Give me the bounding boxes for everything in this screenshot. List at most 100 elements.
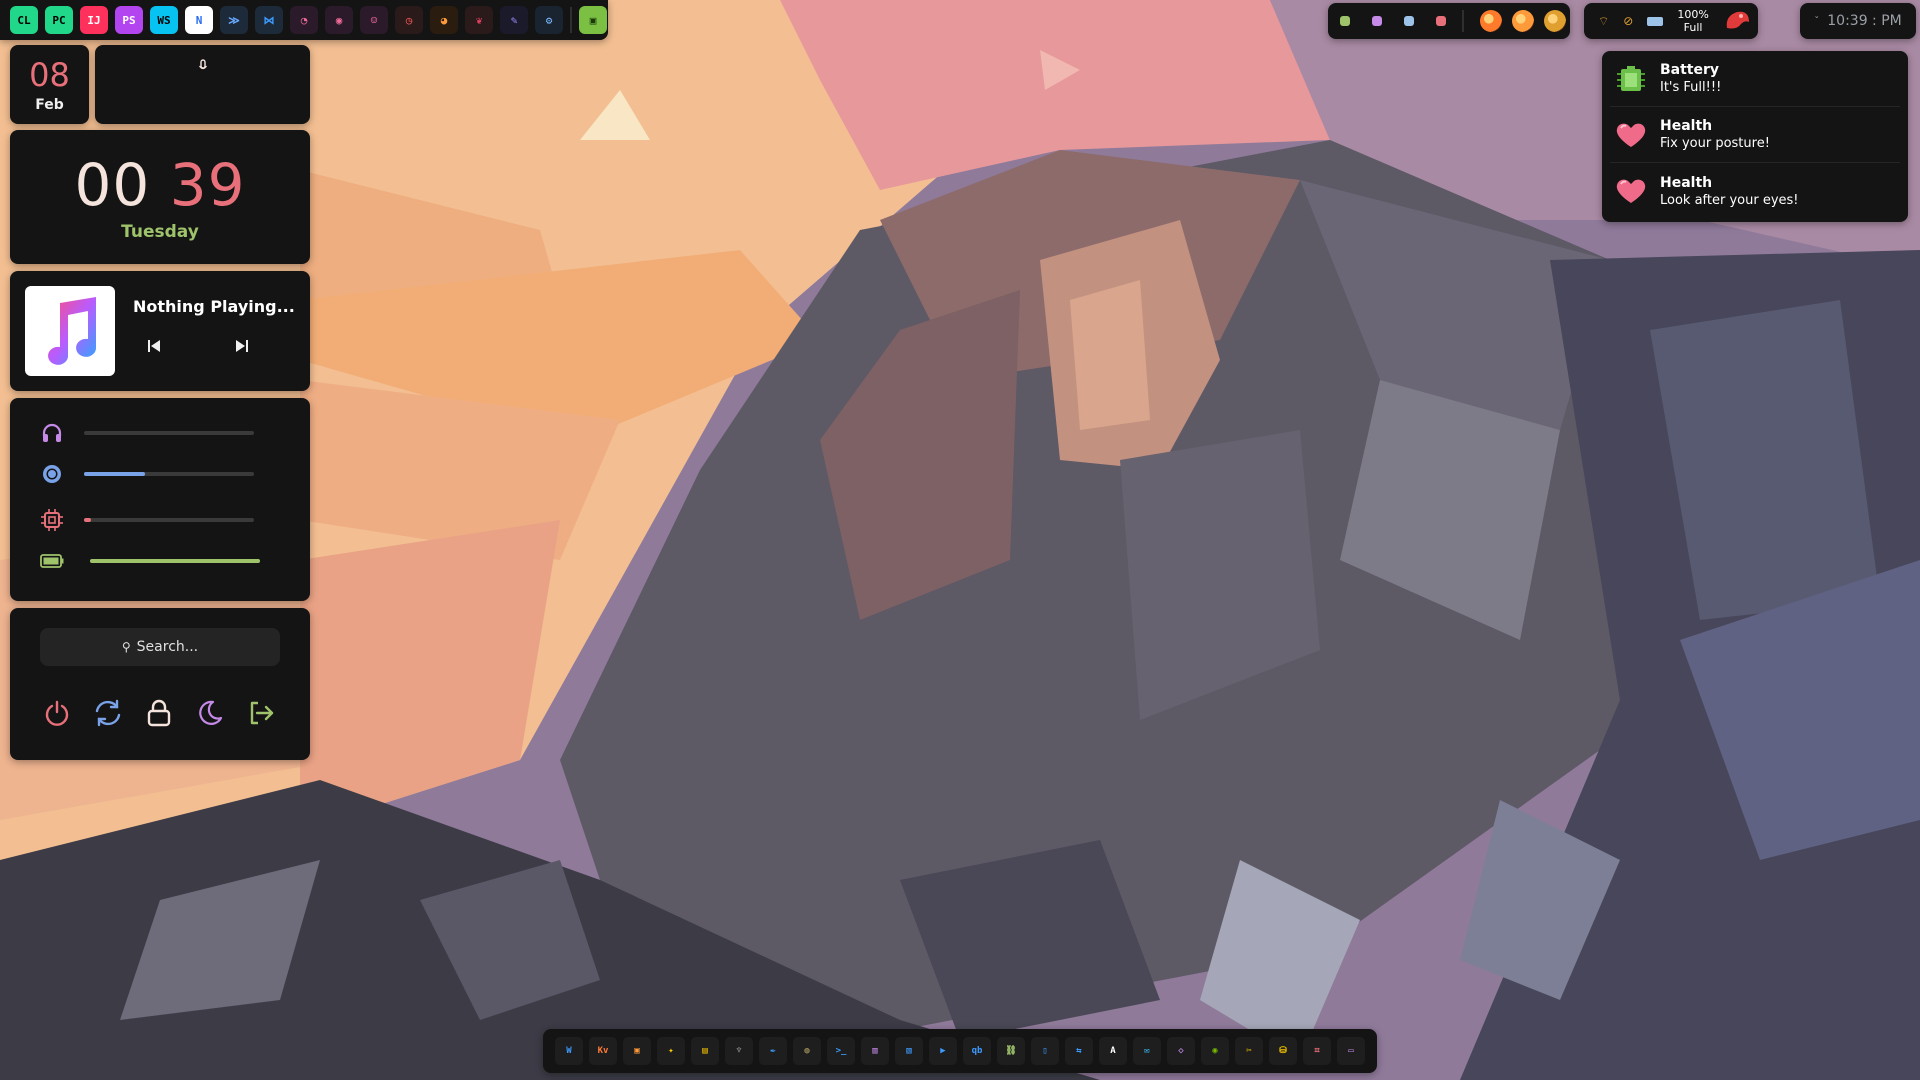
brightness-slider[interactable] bbox=[84, 472, 254, 476]
tray-clock[interactable]: ˇ 10:39 : PM bbox=[1800, 3, 1916, 39]
wireshark-glyph: W bbox=[566, 1046, 572, 1056]
vector-glyph: ◇ bbox=[1178, 1046, 1184, 1056]
app-launcher-bar: CL PC IJ PS WS N ≫ ⋈ ◔ ◉ ☺ ◷ ◕ ❦ ✎ ⚙ ▣ bbox=[0, 0, 608, 40]
disks-icon[interactable]: ⛁ bbox=[1269, 1037, 1297, 1065]
notification-bell-icon[interactable] bbox=[1723, 8, 1753, 34]
reboot-button[interactable] bbox=[91, 696, 125, 730]
inkscape-icon[interactable]: ✒ bbox=[759, 1037, 787, 1065]
cpu-slider-row bbox=[10, 505, 310, 535]
wifi-icon[interactable]: ⌔ bbox=[1598, 14, 1609, 29]
chat-icon[interactable]: ✉ bbox=[1133, 1037, 1161, 1065]
monitor-icon[interactable]: ▭ bbox=[1337, 1037, 1365, 1065]
qbittorrent-icon[interactable]: qb bbox=[963, 1037, 991, 1065]
gimp-glyph: ◍ bbox=[804, 1046, 810, 1056]
notification-item[interactable]: Battery It's Full!!! bbox=[1610, 51, 1900, 107]
headphones-icon[interactable] bbox=[40, 421, 64, 445]
alienware-icon[interactable]: ♆ bbox=[725, 1037, 753, 1065]
camera-icon[interactable]: ▶ bbox=[929, 1037, 957, 1065]
previous-track-button[interactable] bbox=[142, 334, 166, 358]
record-dot-icon[interactable] bbox=[1372, 16, 1382, 26]
volume-slider[interactable] bbox=[84, 431, 254, 435]
crop-icon[interactable]: ⌗ bbox=[1303, 1037, 1331, 1065]
pie-chart-icon[interactable]: ◕ bbox=[430, 6, 458, 34]
photo-editor-icon[interactable]: ✂ bbox=[1235, 1037, 1263, 1065]
brightness-slider-row bbox=[10, 459, 310, 489]
vector-icon[interactable]: ◇ bbox=[1167, 1037, 1195, 1065]
kvantum-icon[interactable]: Kv bbox=[589, 1037, 617, 1065]
settings-gear-icon[interactable]: ⚙ bbox=[535, 6, 563, 34]
mail-dot-icon[interactable] bbox=[1436, 16, 1446, 26]
brightness-icon[interactable] bbox=[40, 462, 64, 486]
notification-item[interactable]: Health Fix your posture! bbox=[1610, 107, 1900, 163]
battery-dot-icon[interactable] bbox=[1340, 16, 1350, 26]
virtualbox-icon[interactable]: ▣ bbox=[623, 1037, 651, 1065]
microphone-icon[interactable] bbox=[198, 59, 208, 73]
media-player-widget: Nothing Playing... bbox=[10, 271, 310, 391]
phpstorm-icon[interactable]: PS bbox=[115, 6, 143, 34]
logout-button[interactable] bbox=[244, 696, 278, 730]
chat-glyph: ✉ bbox=[1144, 1046, 1150, 1056]
monitor-glyph: ▭ bbox=[1348, 1046, 1354, 1056]
bluetooth-off-icon[interactable]: ⊘ bbox=[1623, 14, 1633, 28]
cpu-icon bbox=[40, 508, 64, 532]
tray-indicators bbox=[1328, 3, 1570, 39]
search-power-widget: ⚲ Search... bbox=[10, 608, 310, 760]
chromium-icon[interactable]: ◔ bbox=[290, 6, 318, 34]
tray-separator bbox=[1462, 10, 1464, 32]
ascii-icon[interactable]: A bbox=[1099, 1037, 1127, 1065]
remote-icon[interactable]: ⇆ bbox=[1065, 1037, 1093, 1065]
system-sliders-widget bbox=[10, 398, 310, 601]
discord-icon[interactable]: ☺ bbox=[360, 6, 388, 34]
pycharm-icon[interactable]: PC bbox=[45, 6, 73, 34]
clock-time: 00 39 bbox=[74, 152, 245, 218]
files-glyph: ▧ bbox=[906, 1046, 912, 1056]
pen-tool-icon[interactable]: ✎ bbox=[500, 6, 528, 34]
notification-title: Health bbox=[1660, 118, 1713, 134]
store-glyph: ▥ bbox=[872, 1046, 878, 1056]
sleep-button[interactable] bbox=[193, 696, 227, 730]
vscode-icon[interactable]: ⋈ bbox=[255, 6, 283, 34]
crop-glyph: ⌗ bbox=[1314, 1046, 1320, 1056]
wireshark-icon[interactable]: W bbox=[555, 1037, 583, 1065]
store-icon[interactable]: ▥ bbox=[861, 1037, 889, 1065]
notification-body: Fix your posture! bbox=[1660, 136, 1770, 151]
link-glyph: ⛓ bbox=[1005, 1046, 1017, 1056]
cpu-usage-fill bbox=[84, 518, 91, 522]
clock-hour: 00 bbox=[74, 151, 151, 219]
alienware-glyph: ♆ bbox=[736, 1046, 742, 1056]
brightness-slider-fill bbox=[84, 472, 146, 476]
speedometer-icon[interactable]: ◷ bbox=[395, 6, 423, 34]
firefox-nightly-icon[interactable] bbox=[1512, 10, 1534, 32]
app-dock: W Kv ▣ ✦ ▤ ♆ ✒ ◍ >_ ▥ ▧ ▶ qb ⛓ ▯ ⇆ A ✉ ◇ ◉ ✂ ⛁ ⌗ ▭ bbox=[543, 1029, 1377, 1073]
nvidia-icon[interactable]: ◉ bbox=[1201, 1037, 1229, 1065]
next-track-button[interactable] bbox=[230, 334, 254, 358]
clion-icon[interactable]: CL bbox=[10, 6, 38, 34]
terminal-icon[interactable]: >_ bbox=[827, 1037, 855, 1065]
next-icon bbox=[236, 340, 248, 352]
nvidia-glyph: ◉ bbox=[1212, 1046, 1218, 1056]
files-icon[interactable]: ▧ bbox=[895, 1037, 923, 1065]
firefox-icon[interactable] bbox=[1480, 10, 1502, 32]
github-icon[interactable]: ◉ bbox=[325, 6, 353, 34]
lock-icon bbox=[147, 699, 171, 727]
webstorm-icon[interactable]: WS bbox=[150, 6, 178, 34]
vscodium-icon[interactable]: ≫ bbox=[220, 6, 248, 34]
notion-icon[interactable]: N bbox=[185, 6, 213, 34]
link-icon[interactable]: ⛓ bbox=[997, 1037, 1025, 1065]
lock-button[interactable] bbox=[142, 696, 176, 730]
app-bar-separator bbox=[570, 7, 572, 33]
gimp-icon[interactable]: ◍ bbox=[793, 1037, 821, 1065]
network-icon[interactable]: ▤ bbox=[691, 1037, 719, 1065]
notification-item[interactable]: Health Look after your eyes! bbox=[1610, 163, 1900, 219]
power-button[interactable] bbox=[40, 696, 74, 730]
raspberry-icon[interactable]: ❦ bbox=[465, 6, 493, 34]
terminal-app-icon[interactable]: ▣ bbox=[579, 6, 607, 34]
chrome-icon[interactable] bbox=[1544, 10, 1566, 32]
battery-state: Full bbox=[1683, 21, 1703, 34]
phone-icon[interactable]: ▯ bbox=[1031, 1037, 1059, 1065]
puzzle-icon[interactable]: ✦ bbox=[657, 1037, 685, 1065]
headphones-dot-icon[interactable] bbox=[1404, 16, 1414, 26]
remote-glyph: ⇆ bbox=[1076, 1046, 1082, 1056]
intellij-icon[interactable]: IJ bbox=[80, 6, 108, 34]
search-input[interactable]: ⚲ Search... bbox=[40, 628, 280, 666]
